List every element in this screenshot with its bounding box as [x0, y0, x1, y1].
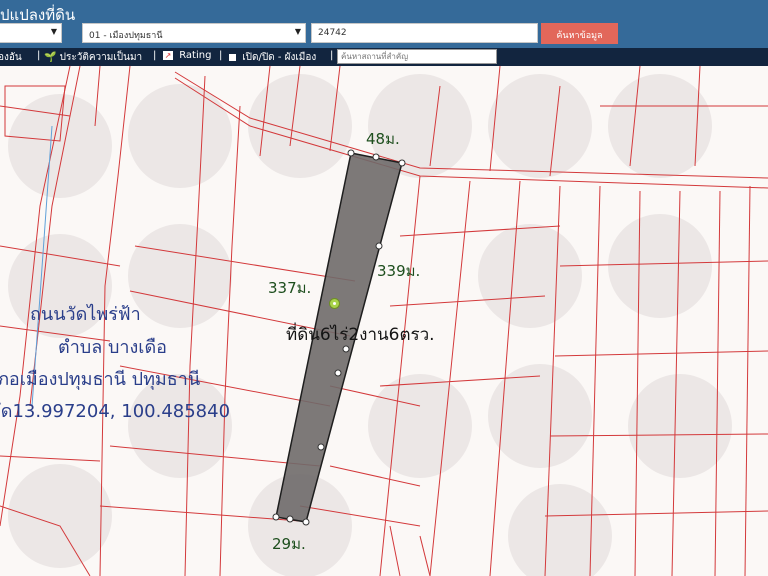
dimension-top-label: 48ม.	[366, 130, 400, 148]
coordinates-label: พิกัด13.997204, 100.485840	[0, 401, 231, 422]
toolbar-separator: |	[153, 50, 157, 61]
chevron-down-icon: ▼	[50, 27, 57, 36]
dimension-bottom-label: 29ม.	[272, 535, 306, 553]
header-bar: ปแปลงที่ดิน ▼ 01 - เมืองปทุมธานี ▼ 24742…	[0, 0, 768, 48]
plant-icon: 🌱	[44, 52, 57, 63]
map-pin-icon[interactable]	[329, 298, 340, 309]
district-select[interactable]: 01 - เมืองปทุมธานี ▼	[82, 23, 306, 43]
toolbar-separator: |	[219, 50, 223, 61]
search-button[interactable]: ค้นหาข้อมูล	[541, 23, 618, 44]
toolbar-item-toggle[interactable]: เปิด/ปิด - ผังเมือง	[229, 50, 316, 65]
parcel-area-label: ที่ดิน6ไร่2งาน6ตรว.	[286, 325, 435, 345]
toolbar-item-rating[interactable]: ↗ Rating	[163, 50, 211, 61]
toolbar-separator: |	[37, 50, 41, 61]
dimension-left-label: 337ม.	[268, 279, 312, 297]
checkbox-icon	[229, 53, 236, 61]
toolbar-item-history[interactable]: 🌱 ประวัติความเป็นมา	[44, 50, 142, 65]
district-select-value: 01 - เมืองปทุมธานี	[89, 31, 163, 41]
toolbar-item-rating-label: Rating	[179, 50, 212, 61]
toolbar-item-history-label: ประวัติความเป็นมา	[59, 52, 143, 63]
road-name-label: ถนนวัดไพร่ฟ้า	[30, 304, 141, 325]
map-canvas[interactable]: 48ม. 337ม. 339ม. 29ม. ที่ดิน6ไร่2งาน6ตรว…	[0, 66, 768, 576]
subdistrict-label: ตำบล บางเดือ	[58, 337, 167, 358]
toolbar-item-toggle-label: เปิด/ปิด - ผังเมือง	[242, 52, 317, 63]
parcel-number-value: 24742	[318, 28, 347, 38]
place-search-input[interactable]	[337, 49, 497, 64]
toolbar: องอัน | 🌱 ประวัติความเป็นมา | ↗ Rating |…	[0, 48, 768, 66]
province-select[interactable]: ▼	[0, 23, 62, 43]
parcel-number-input[interactable]: 24742	[311, 23, 538, 43]
dimension-right-label: 339ม.	[377, 262, 421, 280]
toolbar-item-own[interactable]: องอัน	[0, 50, 22, 65]
toolbar-separator: |	[330, 50, 334, 61]
district-label: อำเภอเมืองปทุมธานี ปทุมธานี	[0, 369, 201, 390]
chart-icon: ↗	[163, 51, 173, 60]
chevron-down-icon: ▼	[294, 27, 301, 36]
